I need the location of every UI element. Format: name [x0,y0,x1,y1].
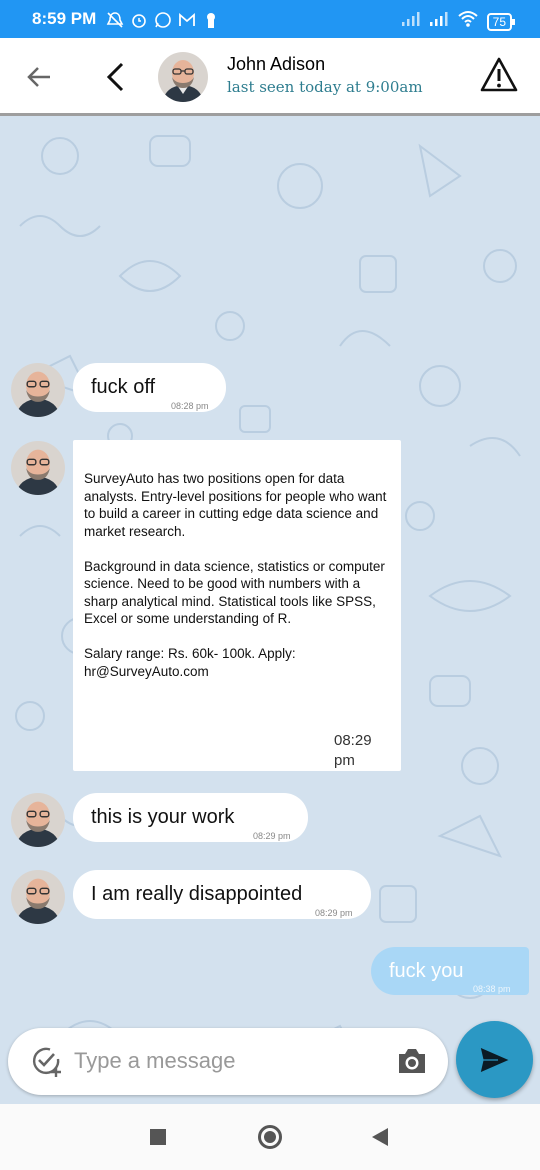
sender-avatar[interactable] [11,870,65,924]
whatsapp-icon [154,11,172,29]
send-icon [479,1045,512,1075]
message-time: 08:38 pm [473,984,511,994]
message-time: 08:28 pm [171,401,209,411]
message-bubble-incoming[interactable]: fuck off 08:28 pm [73,363,226,412]
notification-icons [106,11,220,29]
back-arrow-icon[interactable] [24,62,54,92]
message-bubble-incoming[interactable]: I am really disappointed 08:29 pm [73,870,371,919]
message-text: fuck you [389,960,464,982]
wifi-icon [457,10,479,33]
add-checklist-icon[interactable] [30,1045,62,1077]
last-seen-status: last seen today at 9:00am [227,78,423,96]
message-bubble-incoming[interactable]: SurveyAuto has two positions open for da… [73,440,401,771]
message-bubble-outgoing[interactable]: fuck you 08:38 pm [371,947,529,995]
message-text: this is your work [91,806,235,828]
status-bar: 8:59 PM 75 [0,0,540,38]
system-navigation-bar [0,1104,540,1170]
system-status: 75 [401,10,516,33]
status-time: 8:59 PM [32,9,97,28]
sender-avatar[interactable] [11,441,65,495]
message-time: 08:29 pm [253,831,291,841]
message-bubble-incoming[interactable]: this is your work 08:29 pm [73,793,308,842]
gmail-icon [178,11,196,29]
warning-icon[interactable] [480,56,518,94]
message-text: fuck off [91,376,156,398]
back-triangle-icon[interactable] [372,1128,388,1146]
mute-icon [106,11,124,29]
recent-apps-icon[interactable] [150,1129,166,1145]
message-time: 08:29 pm [315,908,353,918]
camera-icon[interactable] [396,1046,428,1076]
message-input[interactable] [74,1046,374,1076]
sender-avatar[interactable] [11,793,65,847]
battery-icon: 75 [486,12,516,31]
home-icon[interactable] [258,1125,282,1149]
keyhole-icon [202,11,220,29]
chevron-left-icon[interactable] [100,60,132,94]
message-text: SurveyAuto has two positions open for da… [84,471,387,679]
sender-avatar[interactable] [11,363,65,417]
contact-avatar[interactable] [158,52,208,102]
chat-area[interactable]: fuck off 08:28 pm SurveyAuto has two pos… [0,116,540,1104]
contact-name[interactable]: John Adison [227,54,325,75]
chat-header: John Adison last seen today at 9:00am [0,38,540,116]
signal-icon [401,11,421,32]
message-composer [8,1028,448,1095]
send-button[interactable] [456,1021,533,1098]
alarm-icon [130,11,148,29]
signal-icon [429,11,449,32]
message-time: 08:29 pm [334,732,372,769]
message-text: I am really disappointed [91,883,303,905]
